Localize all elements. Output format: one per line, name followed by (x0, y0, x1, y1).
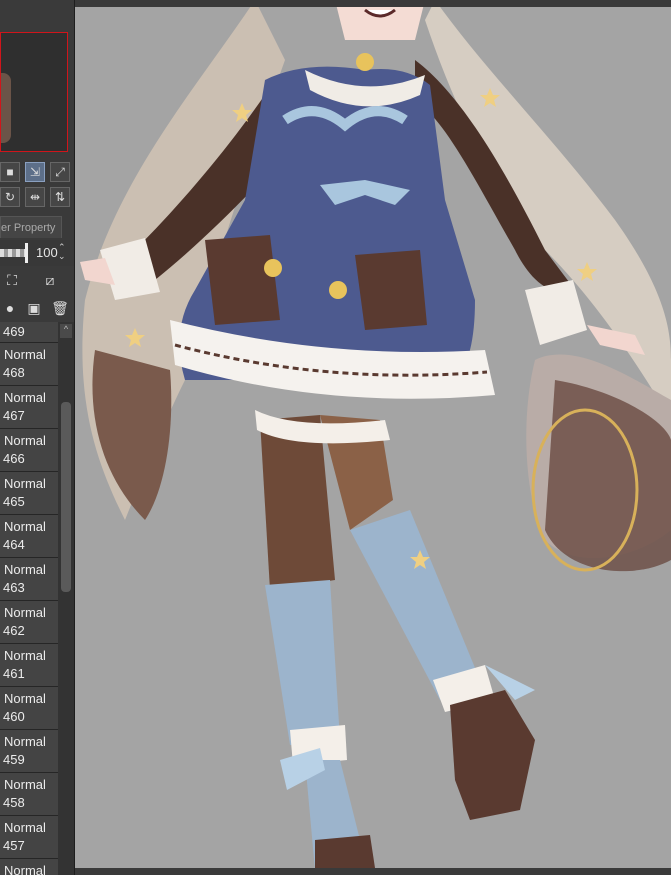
left-shoe (315, 835, 375, 868)
left-sock (265, 580, 340, 745)
layer-name: 460 (3, 709, 25, 724)
hair-left-tip (92, 350, 172, 520)
layer-blend-mode: Normal (4, 691, 46, 706)
layer-toolbar-2: ● ▣ 🗑 (0, 296, 74, 320)
bell-right (329, 281, 347, 299)
delete-icon[interactable]: 🗑 (50, 298, 70, 318)
layer-row[interactable]: Normal 468 (0, 343, 58, 386)
scroll-thumb[interactable] (61, 402, 71, 592)
layer-row[interactable]: Normal 460 (0, 687, 58, 730)
spin-down-icon[interactable]: ⌄ (58, 252, 66, 261)
layer-name: 463 (3, 580, 25, 595)
layer-scrollbar[interactable]: ^ (58, 322, 74, 875)
layer-name: 468 (3, 365, 25, 380)
layer-row[interactable]: Normal 462 (0, 601, 58, 644)
opacity-slider-knob[interactable] (25, 243, 28, 263)
layer-blend-mode: Normal (4, 863, 46, 875)
fit-icon[interactable]: ⤢ (50, 162, 70, 182)
layer-mask-icon[interactable]: ● (0, 298, 20, 318)
stop-icon[interactable]: ■ (0, 162, 20, 182)
right-sock (350, 510, 480, 700)
layer-name: 457 (3, 838, 25, 853)
layer-blend-mode: Normal (4, 777, 46, 792)
opacity-spinner[interactable]: ⌃ ⌄ (58, 243, 66, 261)
layer-row[interactable]: Normal 458 (0, 773, 58, 816)
layer-name: 458 (3, 795, 25, 810)
navigator-thumbnail (1, 73, 11, 143)
lock-icon[interactable]: ⛶ (2, 270, 22, 290)
layer-name: 459 (3, 752, 25, 767)
tab-layer-property[interactable]: er Property (0, 216, 62, 238)
canvas-area[interactable] (75, 0, 671, 875)
layer-blend-mode: Normal (4, 476, 46, 491)
layer-row[interactable]: Normal (0, 859, 58, 875)
new-folder-icon[interactable]: ▣ (24, 298, 44, 318)
layer-name: 461 (3, 666, 25, 681)
bottom-status-strip (75, 868, 671, 875)
layer-blend-mode: Normal (4, 734, 46, 749)
opacity-slider[interactable] (0, 249, 26, 257)
layer-name: 464 (3, 537, 25, 552)
layer-row[interactable]: 469 (0, 322, 58, 343)
layer-row[interactable]: Normal 466 (0, 429, 58, 472)
left-pocket (205, 235, 280, 325)
layer-blend-mode: Normal (4, 605, 46, 620)
right-pocket (355, 250, 427, 330)
top-toolbar-strip (75, 0, 671, 7)
layer-blend-mode: Normal (4, 562, 46, 577)
navigator-preview[interactable] (0, 32, 68, 152)
layer-row[interactable]: Normal 459 (0, 730, 58, 773)
layer-blend-mode: Normal (4, 648, 46, 663)
layer-row[interactable]: Normal 457 (0, 816, 58, 859)
layer-name: 467 (3, 408, 25, 423)
opacity-control[interactable]: 100 ⌃ ⌄ (0, 240, 74, 266)
layer-name: 466 (3, 451, 25, 466)
right-cuff (525, 280, 587, 345)
bell-left (264, 259, 282, 277)
layer-name: 469 (3, 324, 25, 339)
flip-horizontal-icon[interactable]: ⇹ (25, 187, 45, 207)
transform-icon[interactable]: ⇲ (25, 162, 45, 182)
flip-vertical-icon[interactable]: ⇅ (50, 187, 70, 207)
clip-icon[interactable]: ⧄ (40, 270, 60, 290)
right-shoe (450, 690, 535, 820)
opacity-value[interactable]: 100 (36, 245, 58, 260)
bell-collar (356, 53, 374, 71)
layer-row[interactable]: Normal 465 (0, 472, 58, 515)
layer-row[interactable]: Normal 463 (0, 558, 58, 601)
character-illustration (80, 0, 671, 870)
layer-row[interactable]: Normal 461 (0, 644, 58, 687)
layer-toolbar-1: ⛶ ⧄ (0, 268, 74, 292)
layer-row[interactable]: Normal 467 (0, 386, 58, 429)
rotate-icon[interactable]: ↻ (0, 187, 20, 207)
layer-list: 469 Normal 468 Normal 467 Normal 466 Normal 465 N… (0, 322, 58, 875)
layer-blend-mode: Normal (4, 433, 46, 448)
layer-name: 465 (3, 494, 25, 509)
layer-name: 462 (3, 623, 25, 638)
layer-blend-mode: Normal (4, 820, 46, 835)
layer-row[interactable]: Normal 464 (0, 515, 58, 558)
scroll-up-icon[interactable]: ^ (60, 324, 72, 338)
left-panel: ■ ⇲ ⤢ ↻ ⇹ ⇅ er Property 100 ⌃ ⌄ ⛶ ⧄ ● ▣ … (0, 0, 75, 875)
layer-blend-mode: Normal (4, 390, 46, 405)
layer-blend-mode: Normal (4, 347, 46, 362)
layer-blend-mode: Normal (4, 519, 46, 534)
